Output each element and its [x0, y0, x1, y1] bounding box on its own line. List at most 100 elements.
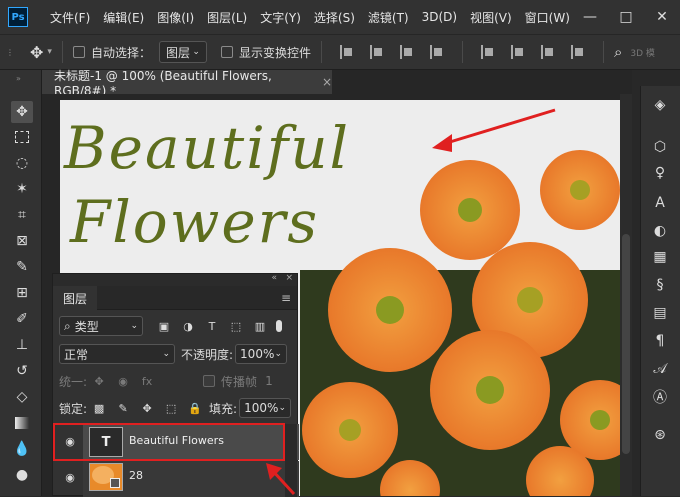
- menu-image[interactable]: 图像(I): [157, 9, 194, 26]
- channels-icon[interactable]: ⊛: [649, 424, 671, 446]
- adjustments-icon[interactable]: §: [649, 274, 671, 296]
- glyphs-icon[interactable]: 𝒜: [649, 358, 671, 380]
- gradient-tool-icon[interactable]: [11, 412, 33, 434]
- lock-position-icon[interactable]: ✥: [140, 401, 154, 415]
- clone-stamp-tool-icon[interactable]: ⊥: [11, 334, 33, 356]
- menu-window[interactable]: 窗口(W): [525, 9, 570, 26]
- blur-tool-icon[interactable]: 💧: [11, 438, 33, 460]
- auto-select-checkbox[interactable]: [72, 46, 85, 58]
- minimize-button[interactable]: —: [572, 9, 608, 25]
- properties-icon[interactable]: ▤: [649, 302, 671, 324]
- right-panel-dock: ◈ ⬡ ♀ A ◐ ▦ § ▤ ¶ 𝒜 Ⓐ ⊛: [640, 86, 680, 496]
- close-tab-icon[interactable]: ×: [322, 75, 332, 89]
- maximize-button[interactable]: □: [608, 9, 644, 25]
- lock-all-icon[interactable]: 🔒: [188, 401, 202, 415]
- scrollbar-thumb[interactable]: [622, 234, 630, 454]
- collapse-panel-icon[interactable]: «: [271, 273, 277, 283]
- menu-file[interactable]: 文件(F): [50, 9, 90, 26]
- eyedropper-tool-icon[interactable]: ✎: [11, 256, 33, 278]
- move-tool-icon[interactable]: ✥: [11, 101, 33, 123]
- chevron-down-icon: ⌄: [192, 47, 200, 57]
- align-bottom-icon[interactable]: [540, 45, 555, 59]
- layer-name[interactable]: 28: [129, 469, 143, 482]
- divider: [602, 41, 604, 63]
- blend-mode-dropdown[interactable]: 正常 ⌄: [59, 344, 175, 364]
- align-center-h-icon[interactable]: [369, 45, 384, 59]
- collapse-icon[interactable]: »: [16, 74, 21, 83]
- menu-select[interactable]: 选择(S): [314, 9, 355, 26]
- vertical-scrollbar[interactable]: [620, 94, 632, 496]
- annotation-arrow-bottom: [266, 463, 296, 496]
- lock-transparent-icon[interactable]: ▩: [92, 401, 106, 415]
- healing-brush-tool-icon[interactable]: ⊞: [11, 282, 33, 304]
- propagate-frame-number: 1: [265, 374, 273, 388]
- lock-label: 锁定:: [59, 401, 88, 416]
- paragraph-icon[interactable]: ¶: [649, 330, 671, 352]
- lasso-tool-icon[interactable]: ◌: [11, 152, 33, 174]
- menu-view[interactable]: 视图(V): [470, 9, 512, 26]
- visibility-eye-icon[interactable]: ◉: [63, 471, 77, 484]
- search-icon[interactable]: ⌕: [614, 43, 622, 61]
- filter-shape-icon[interactable]: ⬚: [229, 319, 243, 333]
- tool-preset-chevron-icon[interactable]: ▾: [47, 47, 52, 57]
- menu-3d[interactable]: 3D(D): [422, 10, 457, 24]
- unify-position-icon[interactable]: ✥: [92, 374, 106, 388]
- align-middle-icon[interactable]: [510, 45, 525, 59]
- character-styles-icon[interactable]: Ⓐ: [649, 386, 671, 408]
- filter-kind-dropdown[interactable]: ⌕ 类型 ⌄: [59, 316, 143, 336]
- distribute-v-icon[interactable]: [570, 45, 585, 59]
- blend-mode-value: 正常: [64, 347, 89, 362]
- divider: [461, 41, 463, 63]
- photoshop-logo-icon: Ps: [8, 7, 28, 27]
- frame-tool-icon[interactable]: ⊠: [11, 230, 33, 252]
- lock-artboard-icon[interactable]: ⬚: [164, 401, 178, 415]
- tab-layers[interactable]: 图层: [53, 286, 98, 310]
- 3d-panel-icon[interactable]: ◈: [649, 94, 671, 116]
- cube-icon[interactable]: ⬡: [649, 136, 671, 158]
- filter-toggle-icon[interactable]: [276, 320, 282, 332]
- character-icon[interactable]: A: [649, 192, 671, 214]
- filter-type-icon[interactable]: T: [205, 319, 219, 333]
- layers-panel-topbar: « ×: [53, 273, 297, 286]
- chevron-down-icon: ⌄: [162, 349, 170, 359]
- grip-icon: ⋮: [6, 47, 14, 57]
- move-tool-icon[interactable]: ✥: [30, 43, 43, 62]
- close-panel-icon[interactable]: ×: [285, 273, 293, 283]
- auto-select-target-dropdown[interactable]: 图层 ⌄: [158, 41, 207, 63]
- marquee-tool-icon[interactable]: [11, 126, 33, 148]
- menu-filter[interactable]: 滤镜(T): [368, 9, 409, 26]
- show-transform-checkbox[interactable]: [220, 46, 233, 58]
- propagate-frame-checkbox[interactable]: [203, 375, 216, 387]
- unify-visibility-icon[interactable]: ◉: [116, 374, 130, 388]
- color-palette-icon[interactable]: ◐: [649, 220, 671, 242]
- align-top-icon[interactable]: [480, 45, 495, 59]
- menu-type[interactable]: 文字(Y): [260, 9, 301, 26]
- unify-style-icon[interactable]: fx: [140, 374, 154, 388]
- align-right-icon[interactable]: [399, 45, 414, 59]
- crop-tool-icon[interactable]: ⌗: [11, 204, 33, 226]
- distribute-h-icon[interactable]: [429, 45, 444, 59]
- align-left-icon[interactable]: [339, 45, 354, 59]
- panel-menu-icon[interactable]: ≡: [281, 291, 291, 305]
- eraser-tool-icon[interactable]: ◇: [11, 386, 33, 408]
- filter-smart-object-icon[interactable]: ▥: [253, 319, 267, 333]
- menu-edit[interactable]: 编辑(E): [103, 9, 144, 26]
- canvas-text-flowers: Flowers: [70, 188, 320, 256]
- magic-wand-tool-icon[interactable]: ✶: [11, 178, 33, 200]
- history-brush-tool-icon[interactable]: ↺: [11, 360, 33, 382]
- fill-value: 100%: [244, 401, 279, 415]
- close-button[interactable]: ✕: [644, 9, 680, 25]
- dodge-tool-icon[interactable]: ●: [11, 464, 33, 486]
- brush-tool-icon[interactable]: ✐: [11, 308, 33, 330]
- document-tab[interactable]: 未标题-1 @ 100% (Beautiful Flowers, RGB/8#)…: [42, 69, 332, 98]
- filter-pixel-icon[interactable]: ▣: [157, 319, 171, 333]
- highlight-box: [53, 423, 285, 461]
- filter-adjustment-icon[interactable]: ◑: [181, 319, 195, 333]
- opacity-input[interactable]: 100% ⌄: [235, 344, 288, 364]
- lightbulb-icon[interactable]: ♀: [649, 162, 671, 184]
- menu-layer[interactable]: 图层(L): [207, 9, 247, 26]
- swatches-grid-icon[interactable]: ▦: [649, 246, 671, 268]
- fill-input[interactable]: 100% ⌄: [239, 398, 292, 418]
- lock-image-icon[interactable]: ✎: [116, 401, 130, 415]
- chevron-down-icon: ⌄: [130, 321, 138, 331]
